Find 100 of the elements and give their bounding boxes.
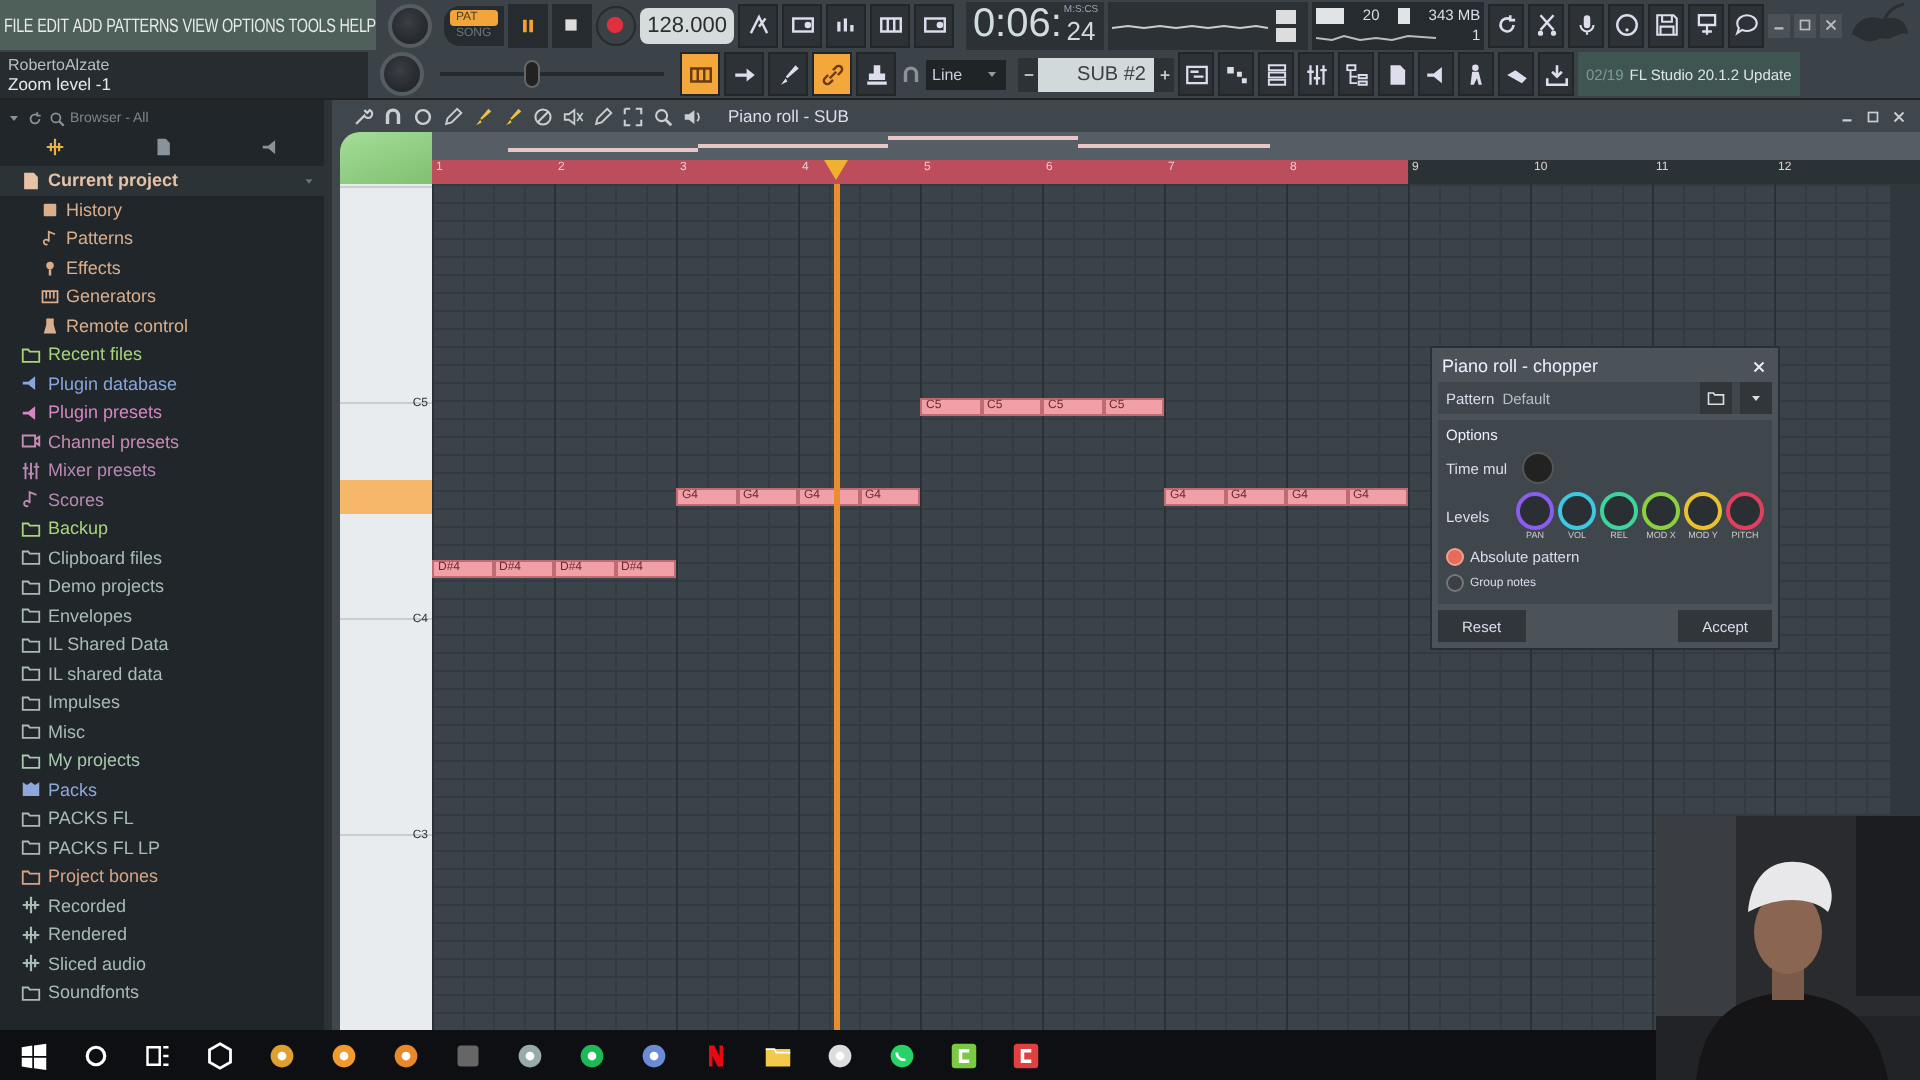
disc-icon[interactable] <box>330 1041 358 1069</box>
disc-icon[interactable] <box>578 1041 606 1069</box>
toolbar-button[interactable] <box>1608 3 1645 47</box>
tool-button[interactable] <box>812 52 852 96</box>
toolbar-button[interactable] <box>738 3 779 47</box>
browser-item[interactable]: Plugin presets <box>0 398 324 427</box>
toolbar-button[interactable] <box>1688 3 1725 47</box>
scrollbar[interactable] <box>1890 184 1920 816</box>
forbid-icon[interactable] <box>532 105 554 127</box>
play-button[interactable] <box>507 3 548 47</box>
window-toggle-button[interactable] <box>1498 52 1534 96</box>
window-toggle-button[interactable] <box>1378 52 1414 96</box>
level-knob[interactable] <box>1516 492 1554 530</box>
browser-item[interactable]: Effects <box>0 253 324 282</box>
mute-icon[interactable] <box>562 105 584 127</box>
radio-button[interactable] <box>1446 548 1464 566</box>
magnet-icon[interactable] <box>900 63 922 85</box>
menu-item[interactable]: HELP <box>339 12 376 38</box>
window-toggle-button[interactable] <box>1458 52 1494 96</box>
menu-item[interactable]: OPTIONS <box>221 12 285 38</box>
folder-button[interactable] <box>1700 382 1732 414</box>
menu-item[interactable]: FILE <box>4 12 34 38</box>
browser-item[interactable]: Generators <box>0 282 324 311</box>
toolbar-button[interactable] <box>1568 3 1605 47</box>
bubble-icon[interactable] <box>888 1041 916 1069</box>
window-toggle-button[interactable] <box>1298 52 1334 96</box>
toolbar-button[interactable] <box>914 3 955 47</box>
stop-button[interactable] <box>551 3 592 47</box>
browser-item[interactable]: Misc <box>0 717 324 746</box>
next-pattern-button[interactable] <box>1154 57 1174 91</box>
browser-item[interactable]: Project bones <box>0 862 324 891</box>
browser-item[interactable]: Scores <box>0 485 324 514</box>
browser-item[interactable]: History <box>0 195 324 224</box>
window-toggle-button[interactable] <box>1258 52 1294 96</box>
speaker-icon[interactable] <box>682 105 704 127</box>
toolbar-button[interactable] <box>826 3 867 47</box>
cmark-icon[interactable] <box>950 1041 978 1069</box>
menu-item[interactable]: PATTERNS <box>106 12 179 38</box>
window-button[interactable] <box>1820 13 1843 37</box>
menu-item[interactable]: VIEW <box>182 12 218 38</box>
cmark-icon[interactable] <box>1012 1041 1040 1069</box>
tool-button[interactable] <box>724 52 764 96</box>
browser-item[interactable]: Clipboard files <box>0 543 324 572</box>
disc-icon[interactable] <box>826 1041 854 1069</box>
browser-item[interactable]: Rendered <box>0 920 324 949</box>
level-knob[interactable] <box>1684 492 1722 530</box>
browser-item[interactable]: PACKS FL LP <box>0 833 324 862</box>
browser-item[interactable]: IL Shared Data <box>0 630 324 659</box>
browser-item[interactable]: IL shared data <box>0 659 324 688</box>
browser-item[interactable]: Demo projects <box>0 572 324 601</box>
tempo-display[interactable]: 128.000 <box>639 7 735 43</box>
window-toggle-button[interactable] <box>1218 52 1254 96</box>
browser-item[interactable]: Remote control <box>0 311 324 340</box>
level-knob[interactable] <box>1642 492 1680 530</box>
select-icon[interactable] <box>622 105 644 127</box>
disc-icon[interactable] <box>392 1041 420 1069</box>
toolbar-button[interactable] <box>1648 3 1685 47</box>
browser-item[interactable]: Packs <box>0 775 324 804</box>
browser-item[interactable]: PACKS FL <box>0 804 324 833</box>
window-toggle-button[interactable] <box>1178 52 1214 96</box>
refresh-icon[interactable] <box>26 109 44 127</box>
window-toggle-button[interactable] <box>1418 52 1454 96</box>
tool-button[interactable] <box>768 52 808 96</box>
disc-icon[interactable] <box>640 1041 668 1069</box>
menu-item[interactable]: TOOLS <box>288 12 336 38</box>
brush-icon[interactable] <box>502 105 524 127</box>
brush-icon[interactable] <box>472 105 494 127</box>
tool-button[interactable] <box>856 52 896 96</box>
maximize-icon[interactable] <box>1864 107 1882 125</box>
toolbar-button[interactable] <box>1528 3 1565 47</box>
browser-item[interactable]: Plugin database <box>0 369 324 398</box>
magnet-icon[interactable] <box>382 105 404 127</box>
overview-strip[interactable] <box>432 132 1920 160</box>
audio-icon[interactable] <box>43 136 65 158</box>
browser-item[interactable]: My projects <box>0 746 324 775</box>
square-icon[interactable] <box>454 1041 482 1069</box>
browser-item[interactable]: Recent files <box>0 340 324 369</box>
browser-item[interactable]: Impulses <box>0 688 324 717</box>
level-knob[interactable] <box>1726 492 1764 530</box>
browser-item[interactable]: Patterns <box>0 224 324 253</box>
pencil-icon[interactable] <box>442 105 464 127</box>
cube-icon[interactable] <box>206 1041 234 1069</box>
browser-item[interactable]: Backup <box>0 514 324 543</box>
browser-item[interactable]: Current project <box>0 166 324 195</box>
caret-icon[interactable] <box>6 110 22 126</box>
browser-item[interactable]: Sliced audio <box>0 949 324 978</box>
toolbar-button[interactable] <box>1488 3 1525 47</box>
window-toggle-button[interactable] <box>1338 52 1374 96</box>
zoom-icon[interactable] <box>652 105 674 127</box>
disc-icon[interactable] <box>516 1041 544 1069</box>
slider-thumb[interactable] <box>523 60 540 88</box>
browser-item[interactable]: Soundfonts <box>0 978 324 1007</box>
taskview-icon[interactable] <box>144 1041 172 1069</box>
tool-button[interactable] <box>680 52 720 96</box>
browser-item[interactable]: Recorded <box>0 891 324 920</box>
search-icon[interactable] <box>48 109 66 127</box>
caret-icon[interactable] <box>302 173 316 188</box>
browser-item[interactable]: Envelopes <box>0 601 324 630</box>
window-button[interactable] <box>1768 13 1791 37</box>
pencil-icon[interactable] <box>592 105 614 127</box>
